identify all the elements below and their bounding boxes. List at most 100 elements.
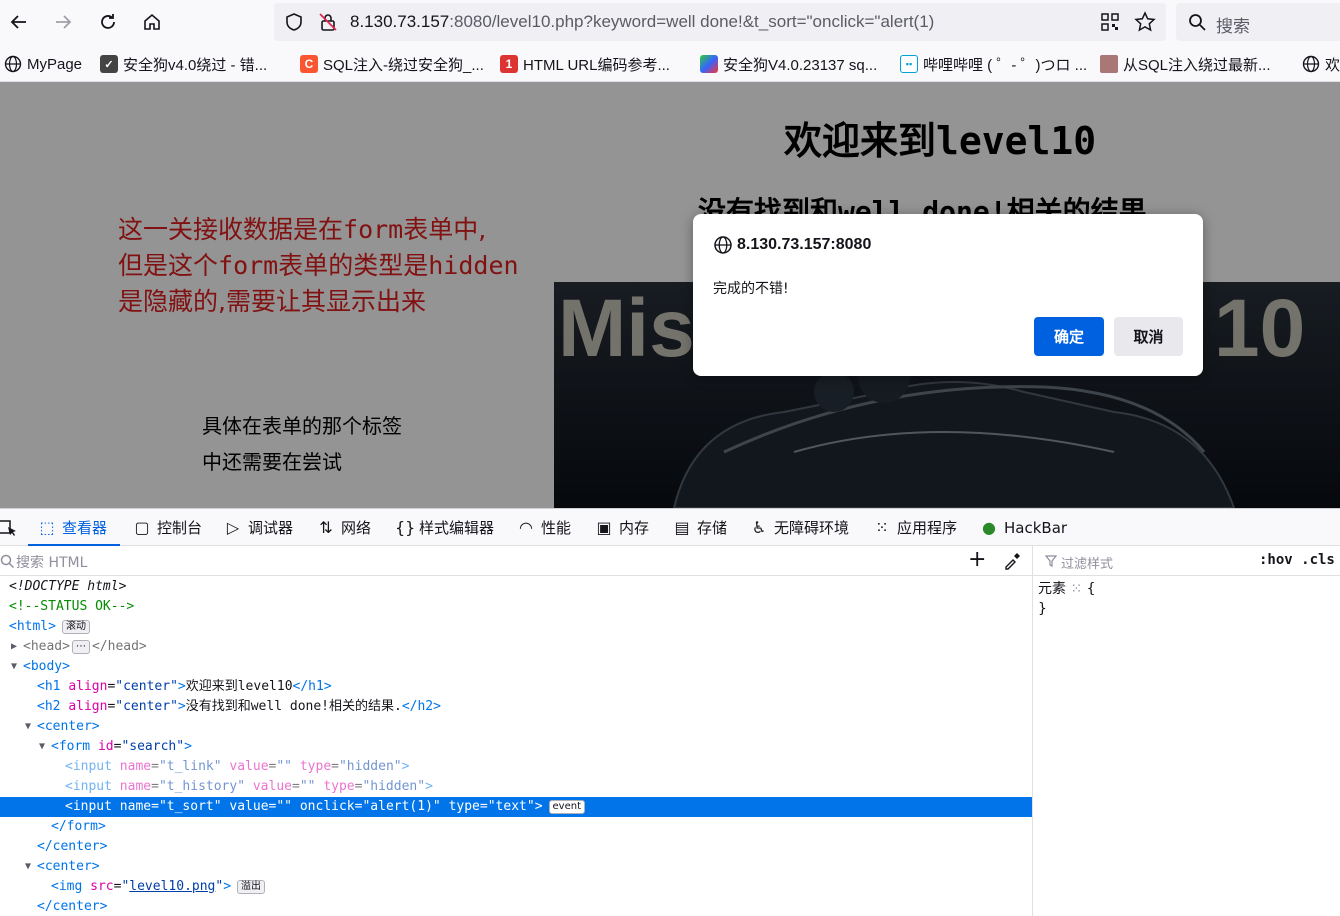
devtools-tabbar: ⬚ 查看器 ▢ 控制台 ▷ 调试器 ⇅ 网络 {} 样式编辑器 ◠ 性能 ▣ 内存 ▤ 存储 ♿… bbox=[0, 509, 1340, 546]
tab-debugger[interactable]: ▷ 调试器 bbox=[224, 509, 293, 546]
page-content: 欢迎来到level10 没有找到和well done!相关的结果 这一关接收数据… bbox=[0, 82, 1340, 508]
filter-icon bbox=[1045, 555, 1057, 567]
bookmark-label: 从SQL注入绕过最新... bbox=[1123, 56, 1271, 74]
reload-icon bbox=[101, 14, 115, 29]
forward-button[interactable] bbox=[49, 8, 77, 36]
dialog-message: 完成的不错! bbox=[713, 281, 789, 297]
collapse-arrow-icon[interactable]: ▼ bbox=[39, 737, 45, 757]
tree-node[interactable]: <html> 滚动 bbox=[0, 617, 1032, 637]
overflow-badge[interactable]: 溢出 bbox=[237, 880, 266, 894]
tab-console[interactable]: ▢ 控制台 bbox=[133, 509, 202, 546]
search-box[interactable]: 搜索 bbox=[1176, 3, 1340, 41]
tab-label: 内存 bbox=[619, 519, 650, 537]
tab-label: 控制台 bbox=[157, 519, 203, 537]
search-icon bbox=[1189, 14, 1206, 31]
accessibility-icon: ♿ bbox=[751, 518, 767, 537]
home-button[interactable] bbox=[138, 8, 166, 36]
tree-node[interactable]: <input name="t_link" value="" type="hidd… bbox=[0, 757, 1032, 777]
element-picker-button[interactable] bbox=[0, 509, 18, 546]
add-node-icon[interactable]: + bbox=[968, 548, 986, 572]
alert-dialog: 8.130.73.157:8080 完成的不错! 确定 取消 bbox=[693, 214, 1203, 376]
event-badge[interactable]: event bbox=[548, 800, 585, 814]
comment-text: <!--STATUS OK--> bbox=[9, 599, 135, 614]
scroll-badge[interactable]: 滚动 bbox=[61, 620, 90, 634]
avatar-icon bbox=[1100, 55, 1118, 73]
forward-arrow-icon bbox=[56, 15, 72, 29]
bookmark-star-icon[interactable] bbox=[1134, 11, 1156, 33]
doctype-text: <!DOCTYPE html> bbox=[9, 579, 127, 594]
site-icon bbox=[700, 55, 718, 73]
tree-node[interactable]: ▼ <center> bbox=[0, 857, 1032, 877]
bookmark-item[interactable]: ✓ 安全狗v4.0绕过 - 错... bbox=[100, 54, 267, 74]
h2-text: 没有找到和well done!相关的结果. bbox=[185, 699, 402, 714]
globe-icon bbox=[714, 236, 732, 254]
tab-hackbar[interactable]: ● HackBar bbox=[980, 509, 1067, 546]
eyedropper-icon[interactable] bbox=[1003, 552, 1021, 570]
tab-network[interactable]: ⇅ 网络 bbox=[317, 509, 371, 546]
tab-application[interactable]: ⁙ 应用程序 bbox=[873, 509, 957, 546]
collapsed-badge[interactable]: ⋯ bbox=[71, 640, 90, 654]
hov-cls-toggle[interactable]: :hov .cls bbox=[1259, 552, 1335, 568]
tree-node[interactable]: </center> bbox=[0, 837, 1032, 857]
html-search[interactable]: 搜索 HTML + bbox=[0, 546, 1032, 576]
tab-label: 样式编辑器 bbox=[419, 519, 495, 537]
tree-node[interactable]: ▼ <center> bbox=[0, 717, 1032, 737]
inspector-icon: ⬚ bbox=[39, 518, 55, 537]
tree-node-selected[interactable]: <input name="t_sort" value="" onclick="a… bbox=[0, 797, 1032, 817]
bookmark-item[interactable]: MyPage bbox=[4, 54, 82, 74]
tab-memory[interactable]: ▣ 内存 bbox=[595, 509, 649, 546]
back-button[interactable] bbox=[5, 8, 33, 36]
ok-button[interactable]: 确定 bbox=[1034, 317, 1104, 356]
url-path: :8080/level10.php?keyword=well done!&t_s… bbox=[449, 12, 935, 31]
tab-performance[interactable]: ◠ 性能 bbox=[517, 509, 571, 546]
layout-grid-icon[interactable]: ⁙ bbox=[1070, 581, 1082, 597]
qr-code-icon[interactable] bbox=[1100, 12, 1120, 32]
bilibili-icon: ▪▪ bbox=[900, 55, 918, 73]
tab-label: 无障碍环境 bbox=[774, 519, 850, 537]
network-icon: ⇅ bbox=[319, 518, 333, 537]
bookmark-item[interactable]: C SQL注入-绕过安全狗_... bbox=[300, 54, 484, 74]
home-icon bbox=[144, 13, 160, 30]
tree-node[interactable]: <img src="level10.png"> 溢出 bbox=[0, 877, 1032, 897]
tree-node[interactable]: ▼ <form id="search"> bbox=[0, 737, 1032, 757]
expand-arrow-icon[interactable]: ▶ bbox=[11, 637, 17, 657]
bookmark-item[interactable]: 安全狗V4.0.23137 sq... bbox=[700, 54, 877, 74]
bookmark-item[interactable]: 从SQL注入绕过最新... bbox=[1100, 54, 1271, 74]
tree-node[interactable]: <!--STATUS OK--> bbox=[0, 597, 1032, 617]
tab-label: 应用程序 bbox=[897, 519, 958, 537]
tab-style-editor[interactable]: {} 样式编辑器 bbox=[395, 509, 494, 546]
rule-brace-open: { bbox=[1086, 581, 1096, 597]
tree-node[interactable]: <input name="t_history" value="" type="h… bbox=[0, 777, 1032, 797]
rule-selector: 元素 bbox=[1038, 581, 1066, 597]
tab-inspector[interactable]: ⬚ 查看器 bbox=[38, 509, 107, 546]
tab-accessibility[interactable]: ♿ 无障碍环境 bbox=[750, 509, 849, 546]
browser-toolbar: 8.130.73.157:8080/level10.php?keyword=we… bbox=[0, 0, 1340, 44]
tree-node[interactable]: <h2 align="center">没有找到和well done!相关的结果.… bbox=[0, 697, 1032, 717]
bookmark-item[interactable]: 欢 bbox=[1302, 54, 1340, 74]
tree-node[interactable]: ▶ <head> ⋯ </head> bbox=[0, 637, 1032, 657]
bookmark-item[interactable]: 1 HTML URL编码参考... bbox=[500, 54, 670, 74]
collapse-arrow-icon[interactable]: ▼ bbox=[25, 717, 31, 737]
styles-filter[interactable]: 过滤样式 :hov .cls bbox=[1033, 546, 1340, 576]
tree-node[interactable]: <h1 align="center">欢迎来到level10</h1> bbox=[0, 677, 1032, 697]
bookmark-item[interactable]: ▪▪ 哔哩哔哩 ( ゜- ゜)つロ ... bbox=[900, 54, 1087, 74]
tab-storage[interactable]: ▤ 存储 bbox=[673, 509, 727, 546]
collapse-arrow-icon[interactable]: ▼ bbox=[11, 657, 17, 677]
html-search-placeholder: 搜索 HTML bbox=[16, 555, 88, 571]
url-bar[interactable]: 8.130.73.157:8080/level10.php?keyword=we… bbox=[274, 3, 1166, 41]
tree-node[interactable]: </form> bbox=[0, 817, 1032, 837]
bookmark-label: MyPage bbox=[27, 55, 83, 73]
img-src-link[interactable]: level10.png bbox=[129, 879, 215, 894]
console-icon: ▢ bbox=[134, 518, 150, 537]
gauge-icon: ◠ bbox=[519, 518, 533, 537]
tree-node[interactable]: ▼ <body> bbox=[0, 657, 1032, 677]
tab-label: 网络 bbox=[341, 519, 372, 537]
panel-splitter[interactable] bbox=[1032, 546, 1033, 916]
reload-button[interactable] bbox=[94, 8, 122, 36]
collapse-arrow-icon[interactable]: ▼ bbox=[25, 857, 31, 877]
cancel-button[interactable]: 取消 bbox=[1114, 317, 1183, 356]
tab-label: HackBar bbox=[1004, 518, 1068, 537]
debugger-icon: ▷ bbox=[226, 518, 240, 537]
tree-node[interactable]: </center> bbox=[0, 897, 1032, 916]
tree-node[interactable]: <!DOCTYPE html> bbox=[0, 577, 1032, 597]
